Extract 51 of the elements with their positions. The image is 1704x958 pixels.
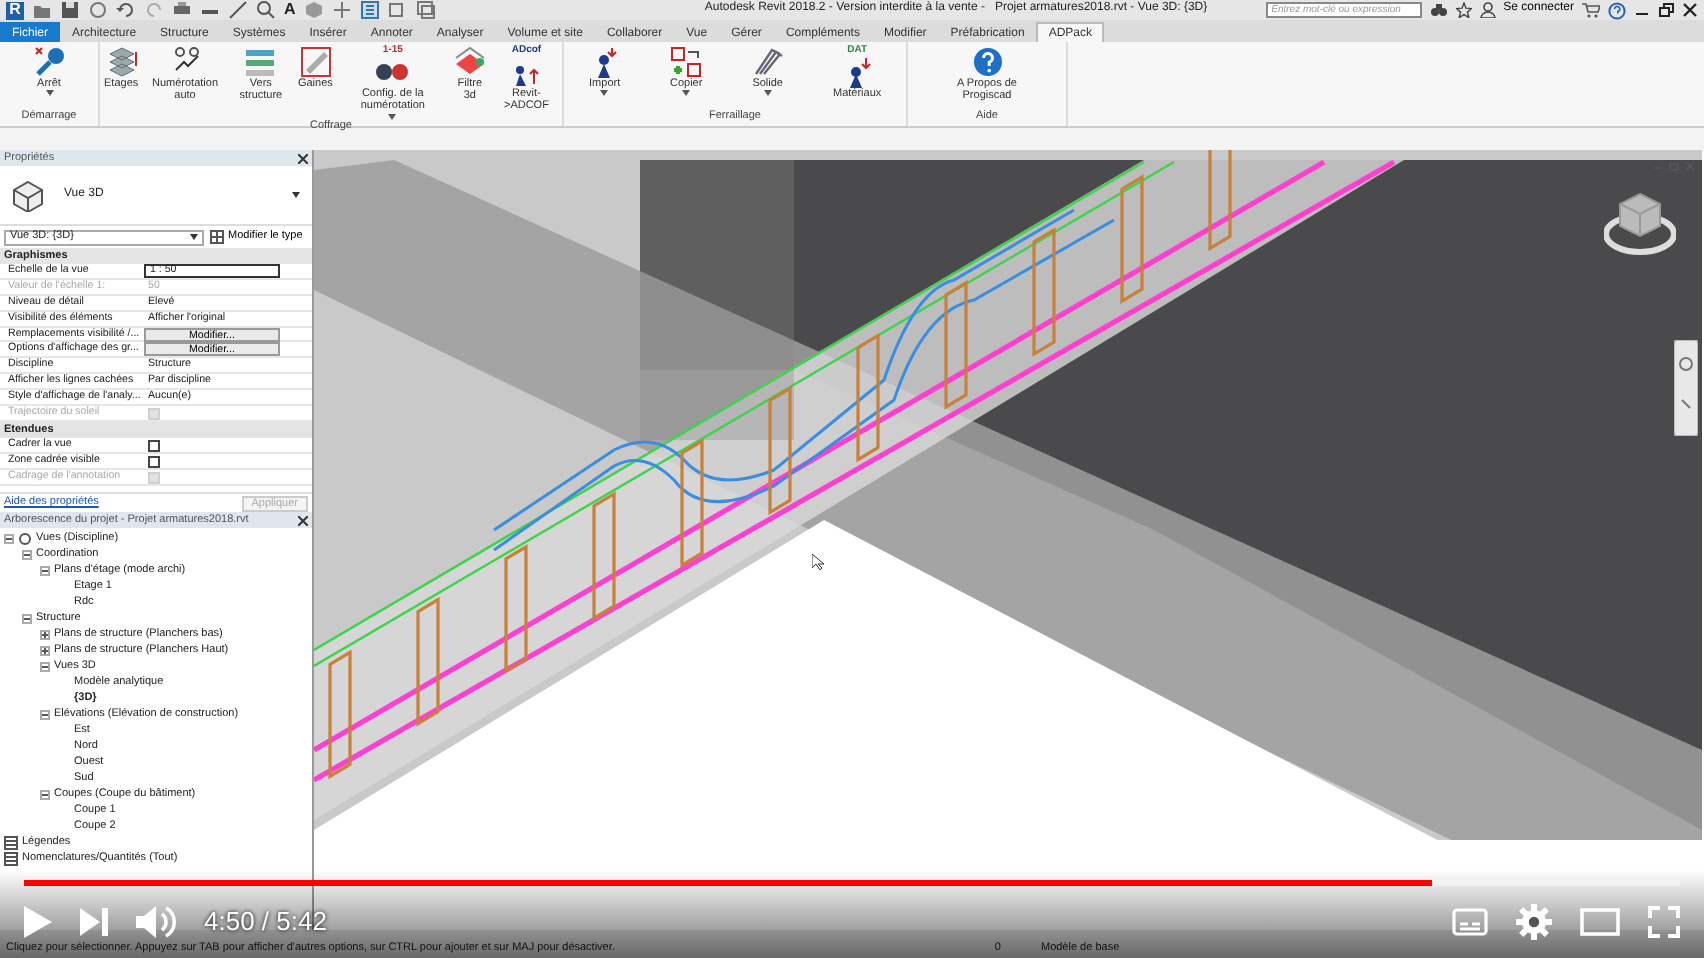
section-icon[interactable] — [331, 0, 352, 20]
app-logo[interactable]: R — [6, 1, 24, 19]
cart-icon[interactable] — [1582, 2, 1600, 18]
line-icon[interactable] — [228, 0, 248, 20]
theater-mode-icon[interactable] — [1580, 908, 1620, 936]
expand-toggle[interactable] — [40, 565, 50, 575]
print-icon[interactable] — [172, 0, 192, 20]
duct-icon — [299, 46, 332, 78]
close-icon[interactable] — [1682, 2, 1698, 18]
edit-type-icon — [210, 230, 224, 244]
settings-icon[interactable] — [1516, 904, 1552, 940]
caret-icon — [190, 234, 198, 240]
help-icon[interactable] — [1608, 1, 1626, 19]
navigation-bar-icon[interactable] — [1674, 340, 1698, 436]
user-icon — [1479, 2, 1496, 18]
cursor-icon — [812, 554, 824, 570]
checkbox[interactable] — [148, 439, 160, 452]
stacked-floors-icon — [105, 46, 138, 78]
expand-toggle[interactable] — [22, 549, 32, 559]
close-icon[interactable] — [298, 515, 308, 525]
expand-toggle[interactable] — [40, 789, 50, 799]
key-icon — [33, 46, 65, 78]
volume-icon[interactable] — [136, 904, 176, 940]
caret-icon[interactable] — [292, 192, 300, 198]
thin-lines-icon[interactable] — [359, 0, 380, 20]
checkbox[interactable] — [148, 455, 160, 468]
copy-icon — [670, 46, 703, 78]
expand-toggle[interactable] — [40, 645, 50, 655]
play-icon[interactable] — [24, 906, 52, 938]
expand-toggle[interactable] — [40, 709, 50, 719]
close-icon[interactable] — [298, 153, 308, 163]
save-icon[interactable] — [60, 0, 80, 20]
fullscreen-icon[interactable] — [1648, 906, 1680, 938]
subtitles-icon[interactable] — [1452, 908, 1488, 936]
restore-icon[interactable] — [1658, 2, 1674, 18]
expand-toggle[interactable] — [40, 661, 50, 671]
3d-house-icon — [12, 179, 44, 211]
star-icon[interactable] — [1455, 2, 1472, 18]
expand-toggle[interactable] — [22, 613, 32, 623]
undo-icon[interactable] — [116, 0, 136, 20]
expand-toggle[interactable] — [4, 533, 14, 543]
binoculars-icon[interactable] — [1429, 2, 1448, 18]
filter-icon — [453, 46, 486, 78]
views-icon — [18, 531, 32, 545]
expand-toggle[interactable] — [40, 629, 50, 639]
layers-icon — [244, 46, 277, 78]
close-hidden-icon[interactable] — [387, 0, 408, 20]
next-icon[interactable] — [80, 908, 108, 936]
bent-bars-icon — [751, 46, 784, 78]
text-tool-label[interactable]: A — [284, 0, 296, 20]
switch-windows-icon[interactable] — [415, 0, 436, 20]
